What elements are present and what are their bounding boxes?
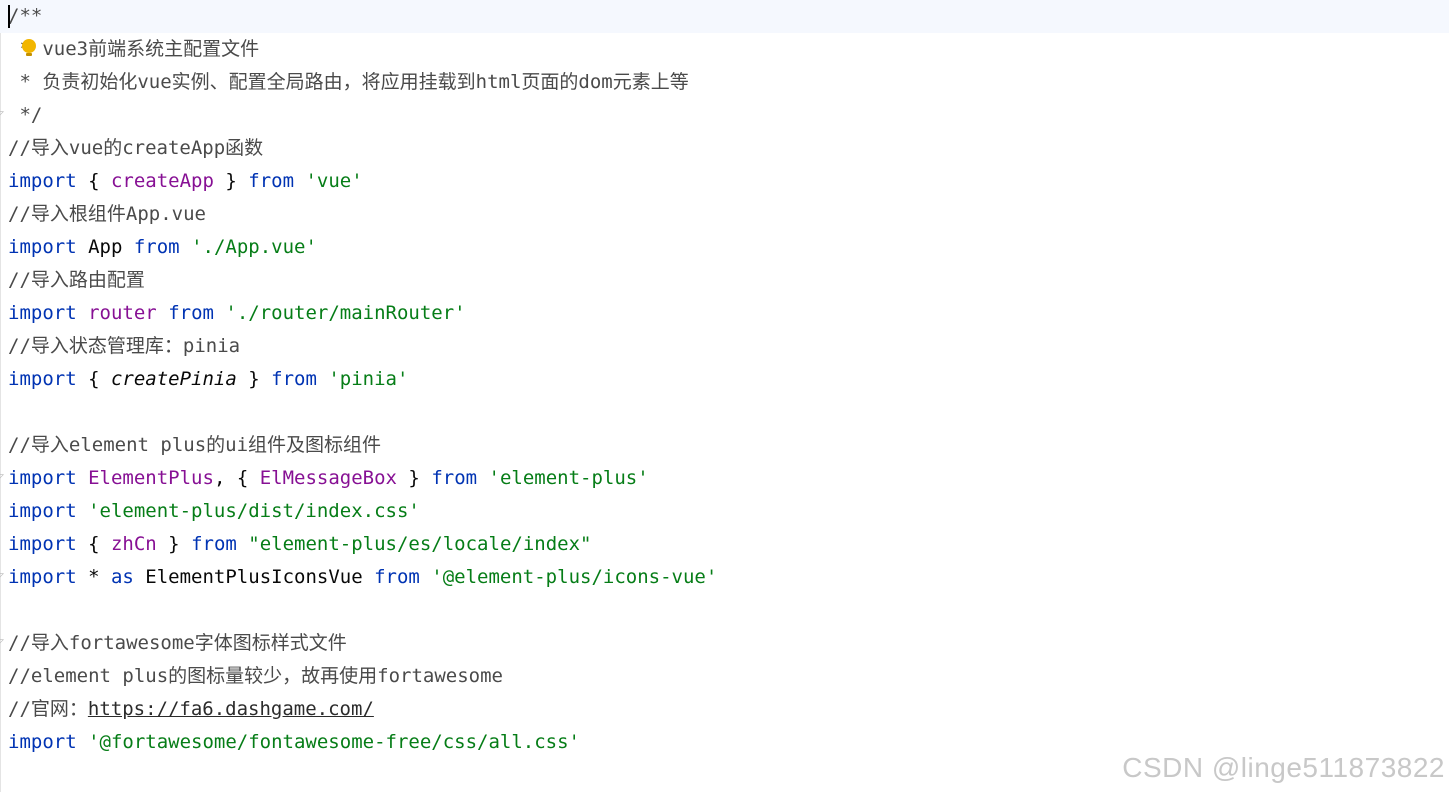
code-token: * 负责初始化vue实例、配置全局路由，将应用挂载到html页面的dom元素上等 [8,71,689,93]
fold-marker-icon[interactable]: ◸ [0,571,6,583]
code-token: import [8,500,77,522]
code-token: createPinia [110,368,237,390]
code-token: from [271,368,317,390]
code-token: from [248,170,295,192]
code-token: import [8,368,77,390]
code-line[interactable]: import { zhCn } from "element-plus/es/lo… [0,528,1449,561]
code-line[interactable]: //导入状态管理库：pinia [0,330,1449,363]
code-link[interactable]: https://fa6.dashgame.com/ [88,698,374,720]
code-token: router [88,302,157,324]
code-token: ElementPlus [88,467,214,489]
code-line[interactable]: * vue3前端系统主配置文件 [0,33,1449,66]
watermark: CSDN @linge511873822 [1122,752,1445,783]
code-line[interactable]: //导入根组件App.vue [0,198,1449,231]
code-line[interactable]: import App from './App.vue' [0,231,1449,264]
code-token: , { [213,467,260,489]
code-line[interactable]: //官网：https://fa6.dashgame.com/ [0,693,1449,726]
code-line[interactable]: import { createApp } from 'vue' [0,165,1449,198]
code-token: { [76,368,111,390]
code-line[interactable]: ◸ */ [0,99,1449,132]
code-token: 'element-plus/dist/index.css' [88,500,420,522]
code-token: '@element-plus/icons-vue' [431,566,718,588]
code-token: './router/mainRouter' [225,302,466,324]
code-token: /** [8,5,43,27]
code-line[interactable]: /** [0,0,1449,33]
code-line[interactable]: import 'element-plus/dist/index.css' [0,495,1449,528]
code-token: //导入fortawesome字体图标样式文件 [8,632,347,654]
code-token: App [76,236,134,258]
code-token: } [213,170,249,192]
code-token: import [8,731,77,753]
code-token: 'element-plus' [488,467,649,489]
code-token: ElementPlusIconsVue [133,566,375,588]
code-token: //导入element plus的ui组件及图标组件 [8,434,382,456]
code-line[interactable] [0,396,1449,429]
code-token: import [8,170,77,192]
code-token: //导入状态管理库：pinia [8,335,241,357]
code-token: from [133,236,180,258]
code-line[interactable]: //element plus的图标量较少，故再使用fortawesome [0,660,1449,693]
code-token: { [76,170,111,192]
code-token: //导入vue的createApp函数 [8,137,264,159]
text-caret [8,5,10,28]
code-token: import [8,566,77,588]
code-line[interactable]: import { createPinia } from 'pinia' [0,363,1449,396]
code-line[interactable]: //导入vue的createApp函数 [0,132,1449,165]
code-token: } [396,467,432,489]
code-token: './App.vue' [191,236,317,258]
code-token: from [168,302,214,324]
code-token: import [8,236,77,258]
code-token: import [8,467,77,489]
code-token: zhCn [110,533,157,555]
code-line[interactable]: * 负责初始化vue实例、配置全局路由，将应用挂载到html页面的dom元素上等 [0,66,1449,99]
code-token: //导入根组件App.vue [8,203,206,225]
code-token: } [156,533,192,555]
code-token: * [76,566,111,588]
code-line[interactable]: ◸//导入fortawesome字体图标样式文件 [0,627,1449,660]
code-token: * vue3前端系统主配置文件 [8,38,260,60]
code-token: //element plus的图标量较少，故再使用fortawesome [8,665,503,687]
code-token: 'vue' [305,170,363,192]
code-area[interactable]: /** * vue3前端系统主配置文件 * 负责初始化vue实例、配置全局路由，… [0,0,1449,759]
code-line[interactable]: import router from './router/mainRouter' [0,297,1449,330]
code-token: //官网： [8,698,88,720]
code-token: as [110,566,134,588]
code-token: import [8,533,77,555]
code-token: from [374,566,420,588]
code-token: '@fortawesome/fontawesome-free/css/all.c… [88,731,580,753]
fold-marker-icon[interactable]: ◸ [0,637,6,649]
code-token: } [236,368,272,390]
code-token: from [191,533,237,555]
code-editor[interactable]: /** * vue3前端系统主配置文件 * 负责初始化vue实例、配置全局路由，… [0,0,1449,792]
code-line[interactable] [0,594,1449,627]
code-token: from [431,467,478,489]
code-token: { [76,533,111,555]
code-token: "element-plus/es/locale/index" [248,533,592,555]
code-line[interactable]: ◸ import * as ElementPlusIconsVue from '@… [0,561,1449,594]
fold-marker-icon[interactable]: ◸ [0,109,6,121]
fold-marker-icon[interactable]: ◸ [0,472,6,484]
code-line[interactable]: //导入路由配置 [0,264,1449,297]
code-token: 'pinia' [328,368,409,390]
code-line[interactable]: ◸ import ElementPlus, { ElMessageBox } fr… [0,462,1449,495]
lightbulb-icon[interactable] [22,39,36,56]
code-token: ElMessageBox [259,467,397,489]
code-line[interactable]: //导入element plus的ui组件及图标组件 [0,429,1449,462]
code-token: createApp [110,170,214,192]
code-token: //导入路由配置 [8,269,145,291]
code-token: import [8,302,77,324]
code-token: */ [8,104,43,126]
